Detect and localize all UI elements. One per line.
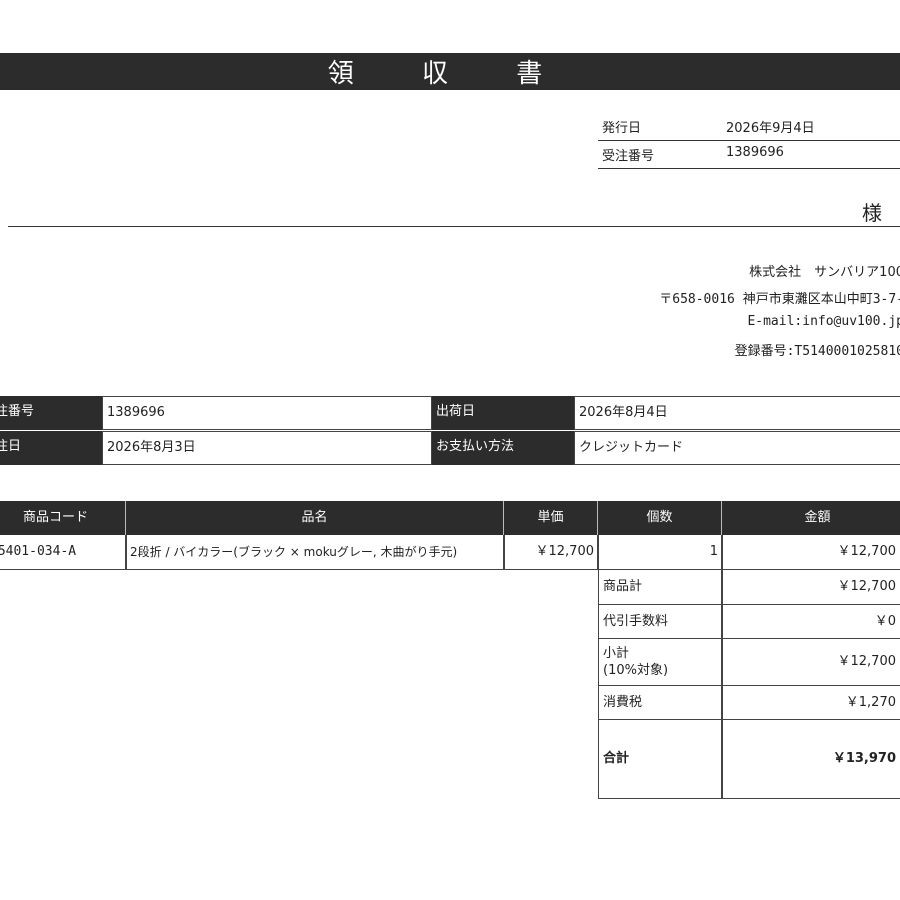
cod-fee-label: 代引手数料 [598,605,722,639]
issuer-company: 株式会社 サンバリア100 [749,265,900,280]
issue-date-value: 2026年9月4日 [726,121,815,136]
cod-fee-value: ￥0 [722,605,900,639]
header-order-number-row: 受注番号 1389696 [598,140,900,169]
receipt-title: 領 収 書 [0,53,900,90]
item-quantity: 1 [598,535,722,570]
order-number-value: 1389696 [102,396,432,430]
header-product-name: 品名 [126,501,504,535]
header-unit-price: 単価 [504,501,598,535]
ship-date-label: 出荷日 [432,396,574,430]
order-date-label: 受注日 [0,431,102,465]
item-amount: ￥12,700 [722,535,900,570]
subtotal-taxable-label: 小計 (10%対象) [598,639,722,686]
header-quantity: 個数 [598,501,722,535]
issuer-registration-number: 登録番号:T5140001025810 [734,344,900,359]
item-code: 35401-034-A [0,535,126,570]
header-order-number-label: 受注番号 [602,149,655,164]
grand-total-value: ￥13,970 [722,720,900,799]
ship-date-value: 2026年8月4日 [574,396,900,430]
subtotal-goods-value: ￥12,700 [722,570,900,605]
issuer-email: E-mail:info@uv100.jp [747,314,900,329]
issue-date-label: 発行日 [602,121,642,136]
item-name: 2段折 / バイカラー(ブラック × mokuグレー, 木曲がり手元) [126,535,504,570]
header-order-number-value: 1389696 [726,145,784,160]
grand-total-label: 合計 [598,720,722,799]
issue-date-row: 発行日 2026年9月4日 [598,112,900,141]
header-product-code: 商品コード [0,501,126,535]
item-unit-price: ￥12,700 [504,535,598,570]
issuer-address: 〒658-0016 神戸市東灘区本山中町3-7- [659,292,900,307]
header-amount: 金額 [722,501,900,535]
recipient-honorific: 様 [862,201,882,225]
payment-method-label: お支払い方法 [432,431,574,465]
subtotal-taxable-value: ￥12,700 [722,639,900,686]
payment-method-value: クレジットカード [574,431,900,465]
consumption-tax-value: ￥1,270 [722,686,900,720]
subtotal-goods-label: 商品計 [598,570,722,605]
consumption-tax-label: 消費税 [598,686,722,720]
order-number-label: 受注番号 [0,396,102,430]
order-date-value: 2026年8月3日 [102,431,432,465]
recipient-name-line [8,226,900,227]
